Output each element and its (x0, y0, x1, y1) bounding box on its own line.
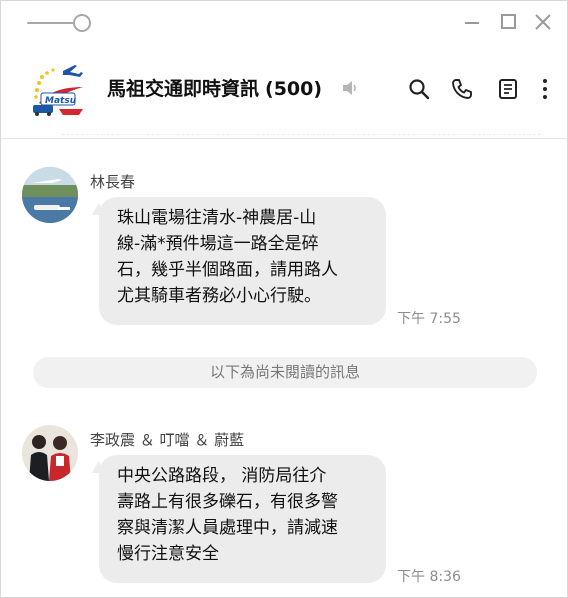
close-icon (535, 14, 551, 30)
message-timestamp: 下午 8:36 (397, 569, 461, 585)
message-timestamp: 下午 7:55 (397, 311, 461, 327)
message-bubble[interactable]: 中央公路路段， 消防局往介 壽路上有很多礫石，有很多警 察與清潔人員處理中，請減… (99, 455, 386, 583)
group-photo-avatar (22, 425, 78, 481)
unread-divider: 以下為尚未閱讀的訊息 (33, 357, 537, 388)
call-button[interactable] (450, 77, 474, 101)
airport-photo-avatar (22, 167, 78, 223)
slider-track (27, 22, 75, 24)
search-button[interactable] (407, 77, 431, 101)
chat-window: Matsu 馬祖交通即時資訊 (500) 林長春 珠山電場往清水-神農居-山 線… (0, 0, 568, 598)
minimize-button[interactable] (461, 11, 483, 33)
title-bar (1, 1, 567, 43)
slider-knob[interactable] (73, 14, 91, 32)
header-separator (1, 138, 567, 139)
avatar[interactable] (22, 425, 78, 481)
transparency-slider[interactable] (27, 13, 91, 33)
notes-icon (499, 79, 517, 99)
message-line: 中央公路路段， 消防局往介 (117, 466, 327, 486)
message-line: 珠山電場往清水-神農居-山 (117, 208, 317, 228)
more-options-button[interactable] (535, 77, 559, 101)
group-avatar[interactable]: Matsu (25, 57, 91, 119)
faded-divider (61, 134, 541, 136)
chat-title: 馬祖交通即時資訊 (500) (107, 74, 322, 101)
maximize-button[interactable] (497, 11, 519, 33)
phone-icon (452, 79, 472, 99)
close-button[interactable] (532, 11, 554, 33)
sender-name: 李政震 ＆ 叮噹 ＆ 蔚藍 (90, 431, 245, 449)
search-icon (409, 79, 430, 100)
more-icon (543, 79, 547, 99)
matsu-logo-icon: Matsu (28, 58, 88, 118)
message-line: 慢行注意安全 (117, 544, 219, 564)
member-count: (500) (265, 78, 323, 100)
message-list[interactable]: 林長春 珠山電場往清水-神農居-山 線-滿*預件場這一路全是碎 石，幾乎半個路面… (1, 141, 567, 597)
group-name: 馬祖交通即時資訊 (107, 78, 260, 100)
message-line: 石，幾乎半個路面，請用路人 (117, 260, 338, 280)
message-bubble[interactable]: 珠山電場往清水-神農居-山 線-滿*預件場這一路全是碎 石，幾乎半個路面，請用路… (99, 197, 386, 325)
message-line: 尤其騎車者務必小心行駛。 (117, 286, 321, 306)
notes-button[interactable] (496, 77, 520, 101)
sender-name: 林長春 (90, 173, 136, 191)
chat-header: Matsu 馬祖交通即時資訊 (500) (1, 43, 567, 138)
svg-text:Matsu: Matsu (45, 96, 77, 106)
speaker-muted-icon[interactable] (341, 79, 359, 97)
avatar[interactable] (22, 167, 78, 223)
message-line: 察與清潔人員處理中，請減速 (117, 518, 338, 538)
message-line: 壽路上有很多礫石，有很多警 (117, 492, 338, 512)
message-line: 線-滿*預件場這一路全是碎 (117, 234, 319, 254)
